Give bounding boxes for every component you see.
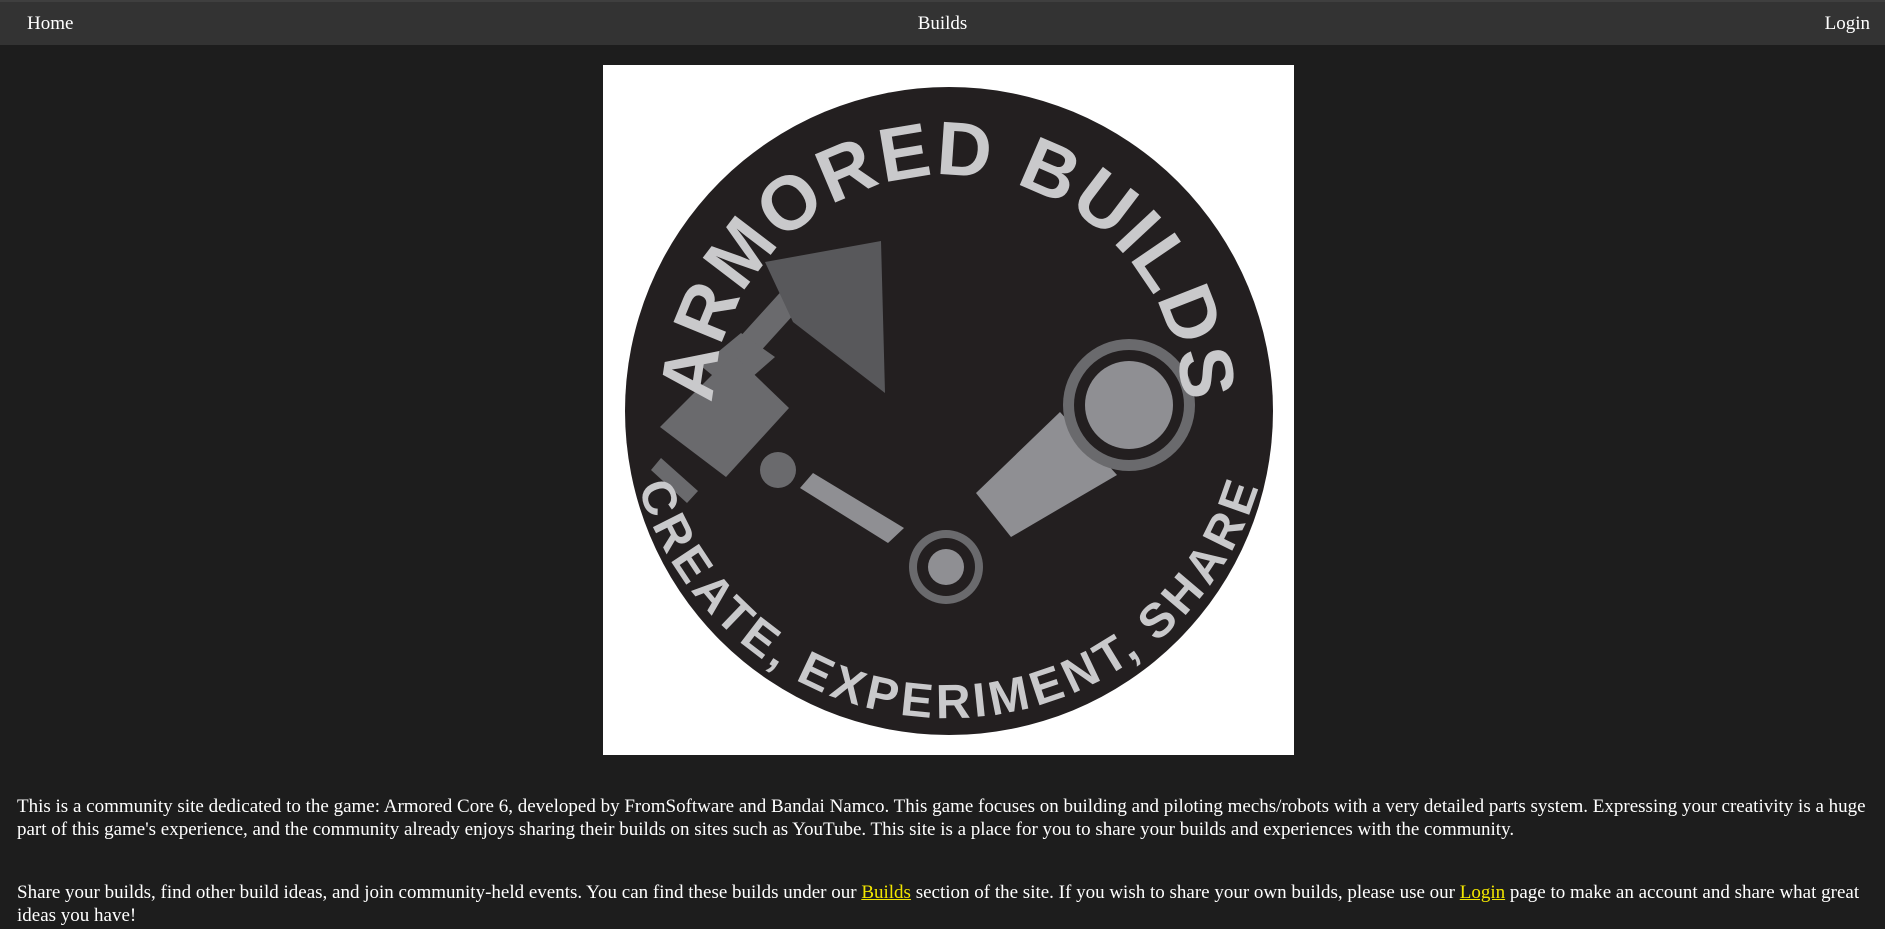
armored-builds-logo: ARMORED BUILDS CREATE, EXPERIMENT, SHARE (603, 65, 1294, 755)
intro-paragraph: This is a community site dedicated to th… (17, 795, 1877, 841)
share-text: Share your builds, find other build idea… (17, 881, 1877, 927)
logo-emblem: ARMORED BUILDS CREATE, EXPERIMENT, SHARE (625, 87, 1273, 735)
nav-login-link[interactable]: Login (1825, 13, 1885, 35)
nav-builds-link[interactable]: Builds (918, 13, 968, 35)
share-text-middle: section of the site. If you wish to shar… (910, 882, 1460, 903)
builds-link[interactable]: Builds (861, 882, 911, 903)
top-navbar: Home Builds Login (0, 0, 1885, 45)
share-paragraph: Share your builds, find other build idea… (17, 881, 1877, 927)
nav-home-link[interactable]: Home (27, 13, 73, 35)
login-link[interactable]: Login (1460, 882, 1505, 903)
intro-text: This is a community site dedicated to th… (17, 796, 1866, 840)
share-text-before: Share your builds, find other build idea… (17, 882, 862, 903)
